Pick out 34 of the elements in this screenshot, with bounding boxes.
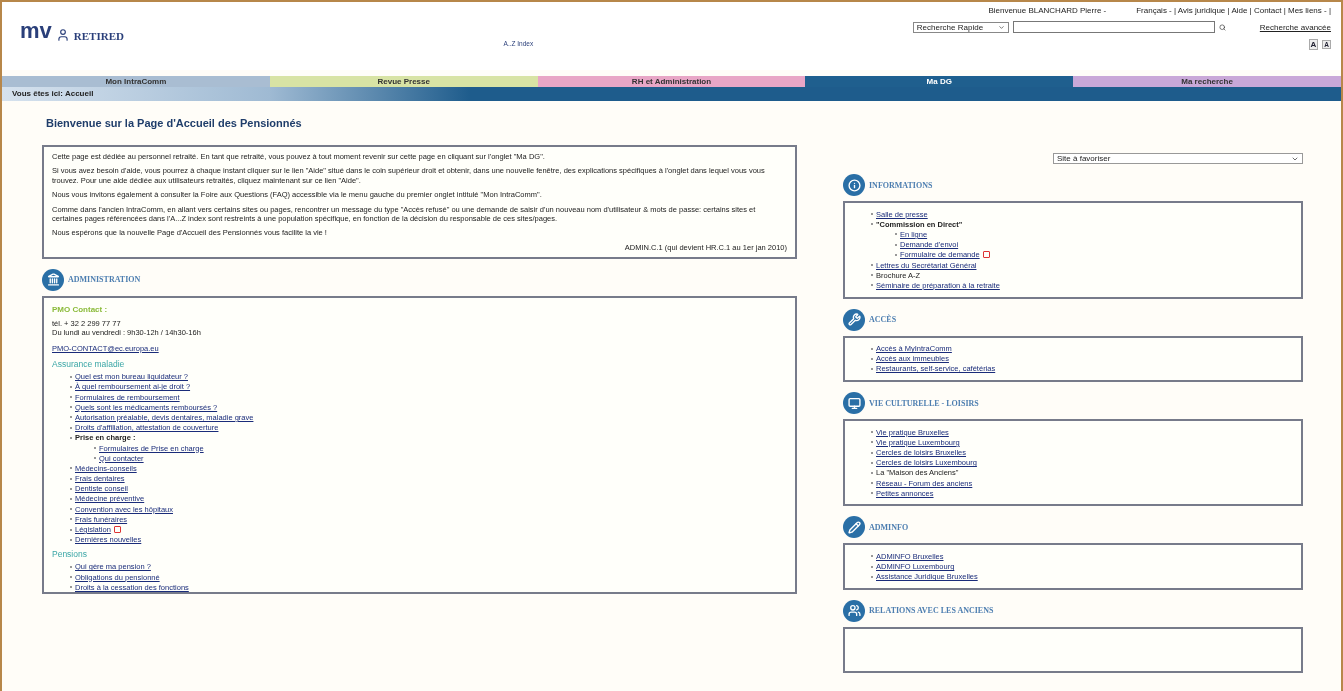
pencil-icon	[843, 516, 865, 539]
section-title: INFORMATIONS	[869, 180, 933, 190]
section-title: ADMINISTRATION	[68, 275, 141, 285]
subsection-heading: Assurance maladie	[52, 358, 126, 369]
subsection-heading: Pensions	[52, 548, 88, 559]
search-icon[interactable]	[1218, 23, 1226, 31]
section-title: VIE CULTURELLE - LOISIRS	[869, 398, 979, 408]
welcome-text: Bienvenue BLANCHARD Pierre -	[988, 6, 1107, 15]
screen-icon	[843, 392, 865, 415]
search-scope-dropdown[interactable]: Recherche Rapide	[912, 21, 1009, 33]
search-field[interactable]	[1012, 21, 1215, 33]
building-icon	[42, 268, 64, 291]
section-title: ADMINFO	[869, 522, 909, 532]
section-title: RELATIONS AVEC LES ANCIENS	[869, 606, 994, 616]
top-links[interactable]: Français - | Avis juridique | Aide | Contact | Mes liens - |	[1136, 6, 1331, 15]
nav-tab[interactable]: Mon IntraComm	[2, 76, 270, 87]
chevron-icon	[997, 23, 1005, 31]
contact-heading: PMO Contact :	[52, 304, 109, 314]
section-title: ACCÈS	[869, 315, 897, 324]
site-select[interactable]: Site à favoriser	[1053, 153, 1303, 164]
nav-tab[interactable]: Revue Presse	[269, 76, 538, 87]
wrench-icon	[843, 308, 865, 331]
advanced-search-link[interactable]: Recherche avancée	[1259, 22, 1331, 32]
nav-tab[interactable]: Ma DG	[805, 76, 1074, 87]
logo-text: mv	[20, 20, 52, 42]
info-icon	[843, 174, 865, 196]
people-icon	[843, 599, 865, 622]
breadcrumb: Vous êtes ici: Accueil	[12, 89, 94, 98]
font-size-button[interactable]: A	[1308, 39, 1319, 50]
page-title: Bienvenue sur la Page d'Accueil des Pensionnés	[46, 117, 303, 129]
nav-tab[interactable]: RH et Administration	[537, 76, 806, 87]
logo-subtitle: RETIRED	[73, 30, 124, 42]
person-icon	[55, 28, 70, 42]
nav-tab[interactable]: Ma recherche	[1073, 76, 1341, 87]
